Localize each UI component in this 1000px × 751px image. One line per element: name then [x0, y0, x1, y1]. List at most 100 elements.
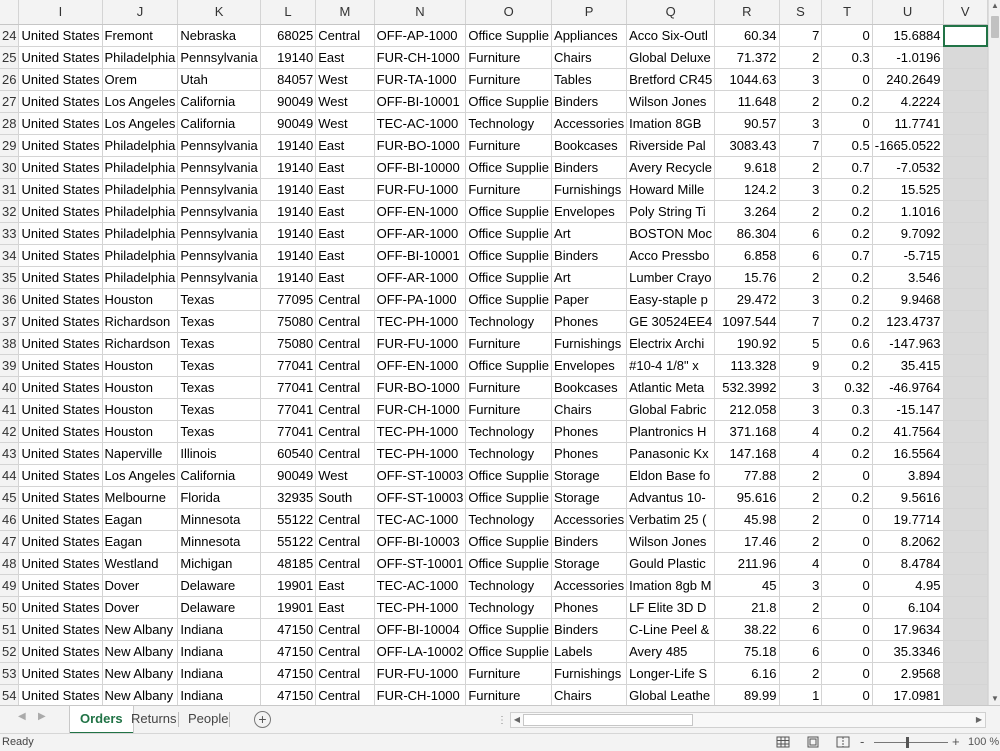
cell-k[interactable]: California — [177, 112, 261, 135]
cell-n[interactable]: OFF-BI-10004 — [374, 618, 467, 641]
cell-o[interactable]: Office Supplie — [465, 640, 553, 663]
cell-j[interactable]: Fremont — [102, 24, 179, 47]
cell-m[interactable]: Central — [315, 24, 375, 47]
cell-i[interactable]: United States — [18, 310, 103, 333]
cell-v[interactable] — [943, 464, 988, 487]
cell-s[interactable]: 2 — [779, 266, 823, 289]
tab-returns[interactable]: Returns — [121, 706, 187, 732]
cell-u[interactable]: 19.7714 — [872, 508, 944, 531]
cell-t[interactable]: 0 — [821, 618, 873, 641]
cell-v[interactable] — [943, 332, 988, 355]
normal-view-icon[interactable] — [776, 736, 790, 748]
cell-v[interactable] — [943, 310, 988, 333]
scroll-right-icon[interactable]: ▶ — [973, 713, 985, 727]
cell-q[interactable]: Riverside Pal — [626, 134, 716, 157]
cell-u[interactable]: 240.2649 — [872, 68, 944, 91]
cell-k[interactable]: Pennsylvania — [177, 244, 261, 267]
row-header[interactable]: 45 — [0, 486, 20, 509]
cell-n[interactable]: FUR-FU-1000 — [374, 178, 467, 201]
cell-l[interactable]: 55122 — [260, 530, 317, 553]
cell-t[interactable]: 0.5 — [821, 134, 873, 157]
cell-l[interactable]: 77041 — [260, 398, 317, 421]
cell-t[interactable]: 0.2 — [821, 200, 873, 223]
cell-r[interactable]: 190.92 — [714, 332, 780, 355]
cell-t[interactable]: 0 — [821, 552, 873, 575]
cell-l[interactable]: 47150 — [260, 618, 317, 641]
cell-p[interactable]: Bookcases — [551, 134, 628, 157]
cell-p[interactable]: Furnishings — [551, 662, 628, 685]
cell-n[interactable]: TEC-PH-1000 — [374, 442, 467, 465]
cell-j[interactable]: Houston — [102, 376, 179, 399]
cell-k[interactable]: California — [177, 90, 261, 113]
cell-n[interactable]: FUR-FU-1000 — [374, 662, 467, 685]
cell-i[interactable]: United States — [18, 178, 103, 201]
cell-p[interactable]: Storage — [551, 486, 628, 509]
cell-l[interactable]: 19140 — [260, 266, 317, 289]
cell-o[interactable]: Office Supplie — [465, 244, 553, 267]
cell-t[interactable]: 0 — [821, 68, 873, 91]
row-header[interactable]: 40 — [0, 376, 20, 399]
vertical-scrollbar[interactable]: ▲ ▼ — [988, 0, 1000, 705]
cell-m[interactable]: East — [315, 596, 375, 619]
row-header[interactable]: 28 — [0, 112, 20, 135]
cell-k[interactable]: Delaware — [177, 596, 261, 619]
cell-v[interactable] — [943, 574, 988, 597]
cell-l[interactable]: 19140 — [260, 156, 317, 179]
cell-r[interactable]: 45 — [714, 574, 780, 597]
column-header-i[interactable]: I — [18, 0, 103, 25]
cell-p[interactable]: Art — [551, 222, 628, 245]
cell-j[interactable]: Melbourne — [102, 486, 179, 509]
cell-n[interactable]: TEC-PH-1000 — [374, 420, 467, 443]
cell-m[interactable]: South — [315, 486, 375, 509]
cell-i[interactable]: United States — [18, 596, 103, 619]
cell-j[interactable]: Richardson — [102, 332, 179, 355]
cell-l[interactable]: 75080 — [260, 332, 317, 355]
cell-m[interactable]: Central — [315, 398, 375, 421]
cell-r[interactable]: 45.98 — [714, 508, 780, 531]
cell-i[interactable]: United States — [18, 90, 103, 113]
cell-m[interactable]: Central — [315, 640, 375, 663]
cell-t[interactable]: 0.2 — [821, 288, 873, 311]
cell-o[interactable]: Technology — [465, 596, 553, 619]
cell-u[interactable]: 17.0981 — [872, 684, 944, 705]
cell-m[interactable]: Central — [315, 508, 375, 531]
cell-v[interactable] — [943, 90, 988, 113]
cell-p[interactable]: Phones — [551, 596, 628, 619]
cell-i[interactable]: United States — [18, 244, 103, 267]
spreadsheet-grid[interactable]: IJKLMNOPQRSTUV 24 United States Fremont Neb… — [0, 0, 988, 705]
cell-m[interactable]: East — [315, 156, 375, 179]
cell-t[interactable]: 0.3 — [821, 398, 873, 421]
cell-k[interactable]: Pennsylvania — [177, 134, 261, 157]
cell-v[interactable] — [943, 222, 988, 245]
cell-k[interactable]: Indiana — [177, 684, 261, 705]
cell-p[interactable]: Accessories — [551, 112, 628, 135]
cell-t[interactable]: 0 — [821, 684, 873, 705]
cell-v[interactable] — [943, 508, 988, 531]
cell-q[interactable]: Imation 8gb M — [626, 574, 716, 597]
cell-i[interactable]: United States — [18, 134, 103, 157]
zoom-in-button[interactable]: + — [952, 734, 960, 749]
cell-j[interactable]: Houston — [102, 398, 179, 421]
cell-t[interactable]: 0.7 — [821, 244, 873, 267]
cell-p[interactable]: Storage — [551, 464, 628, 487]
cell-q[interactable]: Wilson Jones — [626, 90, 716, 113]
cell-n[interactable]: OFF-AP-1000 — [374, 24, 467, 47]
spreadsheet-grid-area[interactable]: IJKLMNOPQRSTUV 24 United States Fremont Neb… — [0, 0, 988, 705]
cell-p[interactable]: Binders — [551, 90, 628, 113]
cell-s[interactable]: 2 — [779, 464, 823, 487]
cell-u[interactable]: 2.9568 — [872, 662, 944, 685]
row-header[interactable]: 42 — [0, 420, 20, 443]
cell-r[interactable]: 1044.63 — [714, 68, 780, 91]
row-header[interactable]: 37 — [0, 310, 20, 333]
cell-k[interactable]: Nebraska — [177, 24, 261, 47]
cell-q[interactable]: BOSTON Moc — [626, 222, 716, 245]
column-header-s[interactable]: S — [779, 0, 823, 25]
cell-l[interactable]: 19901 — [260, 574, 317, 597]
cell-m[interactable]: Central — [315, 310, 375, 333]
cell-n[interactable]: FUR-BO-1000 — [374, 376, 467, 399]
cell-u[interactable]: -1.0196 — [872, 46, 944, 69]
column-header-m[interactable]: M — [315, 0, 375, 25]
cell-i[interactable]: United States — [18, 530, 103, 553]
cell-r[interactable]: 3.264 — [714, 200, 780, 223]
cell-s[interactable]: 3 — [779, 288, 823, 311]
